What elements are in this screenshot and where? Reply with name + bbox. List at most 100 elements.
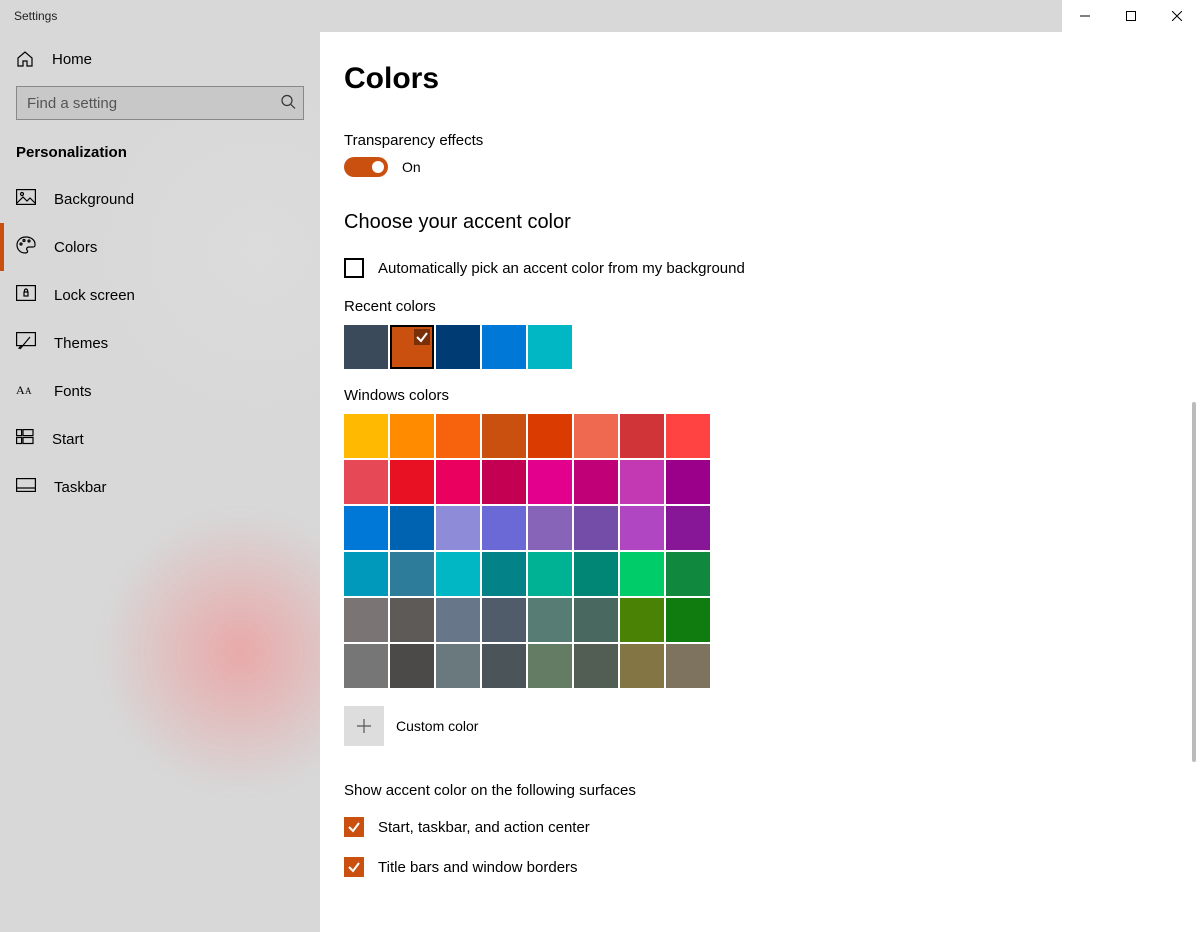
color-swatch[interactable] <box>390 414 434 458</box>
custom-color-button[interactable] <box>344 706 384 746</box>
windows-colors-grid <box>344 414 724 688</box>
lockscreen-icon <box>16 285 36 305</box>
home-icon <box>16 50 34 68</box>
sidebar-item-themes[interactable]: Themes <box>0 319 320 367</box>
color-swatch[interactable] <box>436 598 480 642</box>
plus-icon <box>356 718 372 734</box>
auto-pick-checkbox[interactable] <box>344 258 364 278</box>
maximize-button[interactable] <box>1108 0 1154 32</box>
sidebar: Home Personalization Background Colors L… <box>0 32 320 932</box>
color-swatch[interactable] <box>482 644 526 688</box>
color-swatch[interactable] <box>528 644 572 688</box>
color-swatch[interactable] <box>528 460 572 504</box>
color-swatch[interactable] <box>666 598 710 642</box>
color-swatch[interactable] <box>344 414 388 458</box>
color-swatch[interactable] <box>574 460 618 504</box>
color-swatch[interactable] <box>528 552 572 596</box>
color-swatch[interactable] <box>390 460 434 504</box>
close-icon <box>1172 11 1182 21</box>
color-swatch[interactable] <box>620 598 664 642</box>
sidebar-item-start[interactable]: Start <box>0 415 320 463</box>
color-swatch[interactable] <box>482 460 526 504</box>
color-swatch[interactable] <box>574 552 618 596</box>
svg-text:A: A <box>16 383 25 397</box>
close-button[interactable] <box>1154 0 1200 32</box>
color-swatch[interactable] <box>666 506 710 550</box>
color-swatch[interactable] <box>528 325 572 369</box>
color-swatch[interactable] <box>344 598 388 642</box>
surface-option[interactable]: Title bars and window borders <box>344 857 1200 877</box>
color-swatch[interactable] <box>482 598 526 642</box>
color-swatch[interactable] <box>620 506 664 550</box>
start-icon <box>16 429 34 449</box>
color-swatch[interactable] <box>574 414 618 458</box>
color-swatch[interactable] <box>344 506 388 550</box>
auto-pick-row[interactable]: Automatically pick an accent color from … <box>344 258 1200 278</box>
window-title: Settings <box>0 9 57 23</box>
sidebar-item-fonts[interactable]: AA Fonts <box>0 367 320 415</box>
transparency-toggle[interactable] <box>344 157 388 177</box>
color-swatch[interactable] <box>666 460 710 504</box>
color-swatch[interactable] <box>482 506 526 550</box>
scrollbar[interactable] <box>1192 402 1196 932</box>
color-swatch[interactable] <box>344 552 388 596</box>
color-swatch[interactable] <box>436 506 480 550</box>
custom-color-label: Custom color <box>396 718 478 734</box>
color-swatch[interactable] <box>436 460 480 504</box>
maximize-icon <box>1126 11 1136 21</box>
color-swatch[interactable] <box>528 598 572 642</box>
sidebar-item-taskbar[interactable]: Taskbar <box>0 463 320 511</box>
color-swatch[interactable] <box>528 414 572 458</box>
color-swatch[interactable] <box>666 552 710 596</box>
titlebar: Settings <box>0 0 1200 32</box>
windows-colors-label: Windows colors <box>344 387 1200 404</box>
sidebar-item-label: Start <box>52 431 84 448</box>
color-swatch[interactable] <box>574 598 618 642</box>
sidebar-item-lock-screen[interactable]: Lock screen <box>0 271 320 319</box>
color-swatch[interactable] <box>390 644 434 688</box>
minimize-button[interactable] <box>1062 0 1108 32</box>
sidebar-item-label: Taskbar <box>54 479 107 496</box>
color-swatch[interactable] <box>666 644 710 688</box>
color-swatch[interactable] <box>620 644 664 688</box>
search-box[interactable] <box>16 86 304 120</box>
color-swatch[interactable] <box>620 552 664 596</box>
color-swatch[interactable] <box>436 552 480 596</box>
color-swatch[interactable] <box>574 506 618 550</box>
search-input[interactable] <box>16 86 304 120</box>
color-swatch[interactable] <box>390 552 434 596</box>
color-swatch[interactable] <box>482 552 526 596</box>
color-swatch[interactable] <box>344 325 388 369</box>
surface-checkbox[interactable] <box>344 857 364 877</box>
svg-text:A: A <box>25 386 32 396</box>
color-swatch[interactable] <box>344 644 388 688</box>
color-swatch[interactable] <box>620 414 664 458</box>
color-swatch[interactable] <box>344 460 388 504</box>
color-swatch[interactable] <box>390 598 434 642</box>
transparency-state: On <box>402 159 421 175</box>
color-swatch[interactable] <box>574 644 618 688</box>
color-swatch[interactable] <box>482 325 526 369</box>
accent-heading: Choose your accent color <box>344 211 1200 234</box>
color-swatch[interactable] <box>666 414 710 458</box>
sidebar-item-label: Themes <box>54 335 108 352</box>
palette-icon <box>16 236 36 258</box>
color-swatch[interactable] <box>620 460 664 504</box>
color-swatch[interactable] <box>528 506 572 550</box>
color-swatch[interactable] <box>482 414 526 458</box>
surface-checkbox[interactable] <box>344 817 364 837</box>
surface-option[interactable]: Start, taskbar, and action center <box>344 817 1200 837</box>
color-swatch[interactable] <box>390 325 434 369</box>
auto-pick-label: Automatically pick an accent color from … <box>378 260 745 277</box>
color-swatch[interactable] <box>436 414 480 458</box>
search-icon <box>280 94 296 113</box>
color-swatch[interactable] <box>436 325 480 369</box>
font-icon: AA <box>16 381 36 401</box>
sidebar-item-background[interactable]: Background <box>0 175 320 223</box>
sidebar-item-label: Background <box>54 191 134 208</box>
sidebar-item-colors[interactable]: Colors <box>0 223 320 271</box>
home-nav[interactable]: Home <box>0 32 320 86</box>
color-swatch[interactable] <box>436 644 480 688</box>
color-swatch[interactable] <box>390 506 434 550</box>
sidebar-item-label: Fonts <box>54 383 92 400</box>
